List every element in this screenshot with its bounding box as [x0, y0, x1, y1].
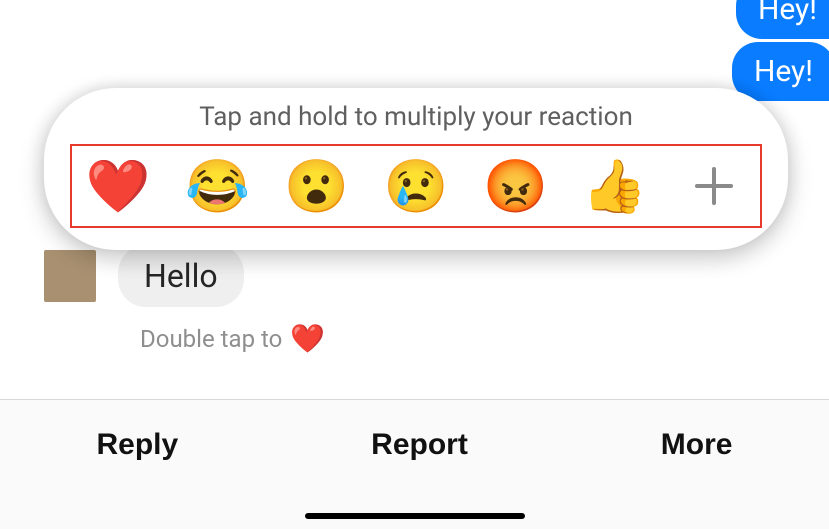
- home-indicator: [305, 513, 525, 519]
- chat-area: Hey! Hey! Tap and hold to multiply your …: [0, 0, 829, 399]
- incoming-message-bubble[interactable]: Hello: [118, 245, 244, 307]
- more-button[interactable]: More: [661, 428, 733, 462]
- avatar[interactable]: [44, 250, 96, 302]
- reaction-angry-icon[interactable]: 😡: [481, 152, 549, 220]
- reaction-sad-icon[interactable]: 😢: [382, 152, 450, 220]
- plus-icon: [695, 167, 733, 205]
- double-tap-hint-text: Double tap to: [140, 325, 282, 353]
- incoming-message-row: Hello: [44, 245, 244, 307]
- outgoing-message-bubble[interactable]: Hey!: [732, 42, 829, 101]
- reaction-picker-overlay: Tap and hold to multiply your reaction ❤…: [44, 88, 788, 250]
- heart-icon: ❤️: [290, 322, 325, 355]
- reaction-hint-text: Tap and hold to multiply your reaction: [70, 102, 762, 132]
- double-tap-hint: Double tap to ❤️: [140, 322, 325, 355]
- reaction-row-highlight: ❤️ 😂 😮 😢 😡 👍: [70, 144, 762, 228]
- message-action-bar: Reply Report More: [0, 399, 829, 529]
- outgoing-message-bubble-partial[interactable]: Hey!: [736, 0, 829, 39]
- reaction-heart-icon[interactable]: ❤️: [84, 152, 152, 220]
- reaction-wow-icon[interactable]: 😮: [283, 152, 351, 220]
- reaction-like-icon[interactable]: 👍: [581, 152, 649, 220]
- reaction-laugh-icon[interactable]: 😂: [183, 152, 251, 220]
- add-reaction-button[interactable]: [680, 152, 748, 220]
- reply-button[interactable]: Reply: [96, 428, 178, 462]
- report-button[interactable]: Report: [371, 428, 468, 462]
